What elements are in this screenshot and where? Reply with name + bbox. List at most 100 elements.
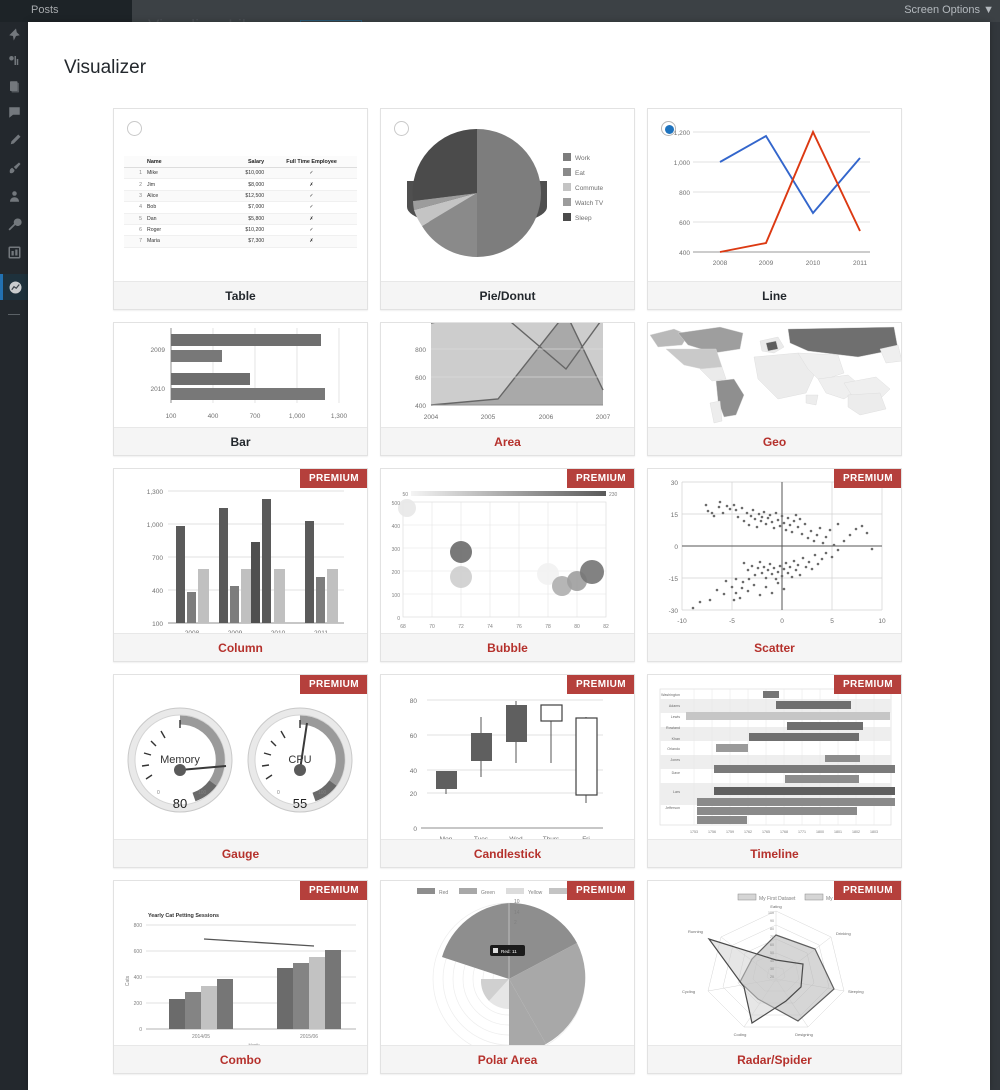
- y-tick: 15: [671, 512, 679, 519]
- x-tick: Tues: [474, 836, 489, 839]
- gauge-cpu: CPU 0 100 55: [247, 707, 353, 813]
- cell-index: 3: [124, 190, 145, 203]
- pages-icon[interactable]: [4, 76, 24, 96]
- chart-card-pie[interactable]: Work Eat Commute Watch TV Sleep Pie/Donu…: [380, 108, 635, 310]
- chart-card-bubble[interactable]: PREMIUM 50 230 500 400 300 200 100 0 68 …: [380, 468, 635, 662]
- x-tick: -10: [677, 618, 687, 625]
- cell-salary: $5,800: [205, 213, 267, 225]
- chart-card-label[interactable]: Area: [381, 427, 634, 455]
- chart-card-gauge[interactable]: PREMIUM Memory 0 100 80 CPU 0 100 55 Gau…: [113, 674, 368, 868]
- chart-card-combo[interactable]: PREMIUM Yearly Cat Petting Sessions 800 …: [113, 880, 368, 1074]
- gauge-max: 100: [318, 790, 327, 796]
- x-axis-label: Month: [248, 1042, 259, 1045]
- x-tick: 2011: [853, 260, 867, 267]
- chart-card-label[interactable]: Polar Area: [381, 1045, 634, 1073]
- premium-badge: PREMIUM: [833, 881, 901, 900]
- cell-name: Dan: [144, 213, 206, 225]
- x-tick: 2008: [713, 260, 728, 267]
- colorbar-max: 230: [609, 492, 618, 498]
- wp-admin-sidebar[interactable]: Posts: [0, 0, 132, 1090]
- chart-card-label[interactable]: Bubble: [381, 633, 634, 661]
- x-tick: 2010: [806, 260, 821, 267]
- chart-preview-candlestick: 80 60 40 20 0 Mon Tues Wed Thurs Fri: [381, 675, 634, 839]
- y-tick: 20: [410, 791, 418, 798]
- tools-icon[interactable]: [4, 214, 24, 234]
- chart-card-label[interactable]: Timeline: [648, 839, 901, 867]
- chart-card-label[interactable]: Pie/Donut: [381, 281, 634, 309]
- users-icon[interactable]: [4, 186, 24, 206]
- gauge-chart-svg: Memory 0 100 80 CPU 0 100 55: [127, 707, 353, 813]
- screen-options-label: Screen Options: [904, 4, 981, 16]
- x-tick: 5: [830, 618, 834, 625]
- chart-card-radar[interactable]: PREMIUM My First Dataset My Sec: [647, 880, 902, 1074]
- sidebar-item-visualizer[interactable]: [0, 274, 28, 300]
- y-tick: 400: [392, 524, 401, 530]
- cell-name: Bob: [144, 201, 206, 214]
- comments-icon[interactable]: [4, 102, 24, 122]
- chart-select-radio-line[interactable]: [661, 121, 676, 136]
- screen-options-toggle[interactable]: Screen Options ▼: [904, 4, 994, 16]
- chart-preview-pie: Work Eat Commute Watch TV Sleep: [381, 109, 634, 281]
- chart-card-candlestick[interactable]: PREMIUM 80 60 40 20 0 Candlestick: [380, 674, 635, 868]
- chart-card-bar[interactable]: 2009 2010 100 400 700 1,000 1,300 Bar: [113, 322, 368, 456]
- chart-card-label[interactable]: Radar/Spider: [648, 1045, 901, 1073]
- x-tick: 1801: [834, 830, 842, 834]
- chart-select-radio-table[interactable]: [127, 121, 142, 136]
- chart-card-polar[interactable]: PREMIUM Red Green Yellow Grey: [380, 880, 635, 1074]
- cell-name: Roger: [144, 224, 206, 237]
- chart-card-geo[interactable]: Geo: [647, 322, 902, 456]
- chevron-down-icon: ▼: [983, 4, 994, 16]
- chart-card-label[interactable]: Gauge: [114, 839, 367, 867]
- x-tick: 2004: [424, 414, 439, 421]
- radar-axis-label: Designing: [795, 1032, 813, 1037]
- x-tick: 2014/05: [192, 1034, 210, 1040]
- table-header-row: Name Salary Full Time Employee: [124, 156, 357, 168]
- cell-fulltime: ✗: [266, 213, 357, 225]
- chart-card-timeline[interactable]: PREMIUM Washington Adams Lewis Rowland K…: [647, 674, 902, 868]
- chart-preview-geo: [648, 323, 901, 427]
- media-icon[interactable]: [4, 50, 24, 70]
- x-tick: 1768: [780, 830, 788, 834]
- candlestick-chart-svg: 80 60 40 20 0 Mon Tues Wed Thurs Fri: [410, 698, 603, 839]
- pin-icon[interactable]: [4, 24, 24, 44]
- chart-card-label[interactable]: Candlestick: [381, 839, 634, 867]
- y-tick: 200: [392, 570, 401, 576]
- line-chart-svg: 1,200 1,000 800 600 400 2008 2009 2010 2…: [674, 129, 870, 267]
- x-tick: 2011: [314, 630, 328, 633]
- x-tick: 76: [516, 624, 522, 630]
- chart-card-table[interactable]: Name Salary Full Time Employee 1 Mike $1…: [113, 108, 368, 310]
- sidebar-item-posts[interactable]: Posts: [31, 4, 59, 16]
- chart-select-radio-pie[interactable]: [394, 121, 409, 136]
- tooltip-text: Red: 11: [501, 949, 517, 954]
- cell-name: Jim: [144, 178, 206, 191]
- plugin-icon[interactable]: [4, 130, 24, 150]
- collapse-menu-icon[interactable]: [8, 314, 20, 315]
- timeline-row-label: Khan: [672, 737, 680, 741]
- bubble-chart-svg: 50 230 500 400 300 200 100 0 68 70 72 74…: [392, 491, 618, 630]
- chart-card-label[interactable]: Combo: [114, 1045, 367, 1073]
- chart-card-scatter[interactable]: PREMIUM 30 15 0 -15 -30 -10 -5 0 5 10 Sc…: [647, 468, 902, 662]
- settings-icon[interactable]: [4, 242, 24, 262]
- x-tick: 1,000: [289, 413, 306, 420]
- chart-card-label[interactable]: Table: [114, 281, 367, 309]
- chart-card-label[interactable]: Scatter: [648, 633, 901, 661]
- chart-card-column[interactable]: PREMIUM 1,300 1,000 700 400 100 Column: [113, 468, 368, 662]
- chart-card-label[interactable]: Line: [648, 281, 901, 309]
- chart-card-label[interactable]: Bar: [114, 427, 367, 455]
- pie-legend: Work Eat Commute Watch TV Sleep: [563, 153, 604, 222]
- cell-index: 4: [124, 201, 145, 214]
- table-row: 1 Mike $10,000 ✓: [124, 167, 357, 180]
- premium-badge: PREMIUM: [833, 675, 901, 694]
- y-tick: 0: [674, 544, 678, 551]
- chart-card-area[interactable]: 800 600 400 2004 2005 2006 2007 Area: [380, 322, 635, 456]
- chart-card-line[interactable]: 1,200 1,000 800 600 400 2008 2009 2010 2…: [647, 108, 902, 310]
- chart-card-label[interactable]: Column: [114, 633, 367, 661]
- x-tick: 2009: [759, 260, 774, 267]
- cell-name: Maria: [144, 235, 206, 248]
- cell-salary: $7,300: [205, 235, 267, 248]
- brush-icon[interactable]: [4, 158, 24, 178]
- cell-salary: $7,000: [205, 201, 267, 214]
- radar-axis-label: Eating: [770, 904, 781, 909]
- preview-table: Name Salary Full Time Employee 1 Mike $1…: [124, 156, 357, 248]
- chart-card-label[interactable]: Geo: [648, 427, 901, 455]
